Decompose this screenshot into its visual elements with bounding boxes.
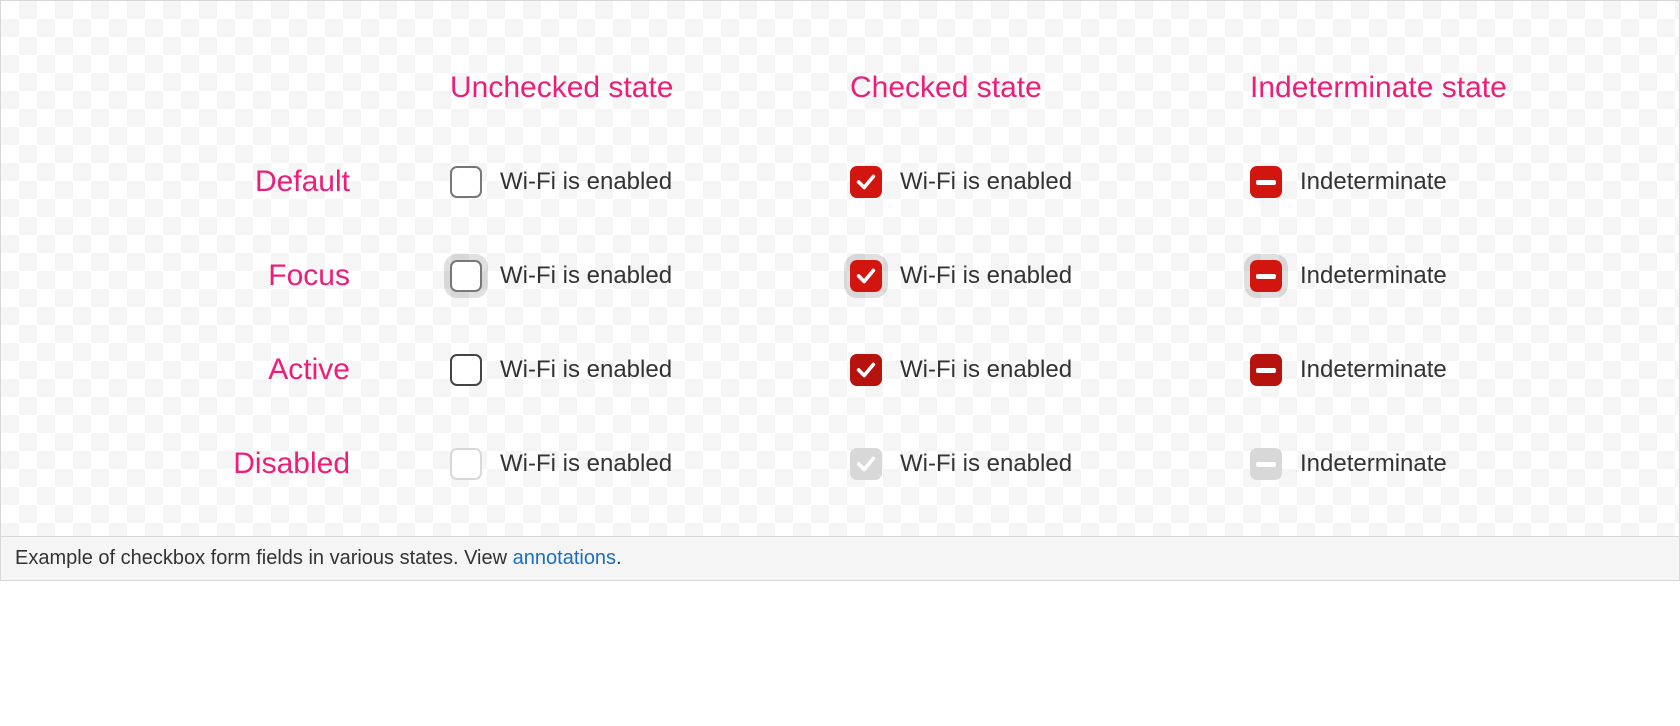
checkmark-icon <box>855 359 877 381</box>
checkbox-indeterminate-active[interactable] <box>1250 354 1282 386</box>
checkbox-label: Indeterminate <box>1300 262 1447 290</box>
cell-active-indeterminate: Indeterminate <box>1210 354 1610 386</box>
checkbox-checked-active[interactable] <box>850 354 882 386</box>
checkbox-unchecked-disabled <box>450 448 482 480</box>
indeterminate-icon <box>1256 368 1276 373</box>
caption-text-prefix: Example of checkbox form fields in vario… <box>15 547 513 569</box>
checkbox-label: Wi-Fi is enabled <box>500 168 672 196</box>
indeterminate-icon <box>1256 274 1276 279</box>
cell-disabled-checked: Wi-Fi is enabled <box>810 448 1210 480</box>
cell-focus-checked: Wi-Fi is enabled <box>810 260 1210 292</box>
checkmark-icon <box>855 453 877 475</box>
checkbox-checked-focus[interactable] <box>850 260 882 292</box>
checkmark-icon <box>855 171 877 193</box>
checkmark-icon <box>855 265 877 287</box>
checkbox-label: Wi-Fi is enabled <box>500 262 672 290</box>
checkbox-unchecked-active[interactable] <box>450 354 482 386</box>
cell-default-checked: Wi-Fi is enabled <box>810 166 1210 198</box>
cell-focus-unchecked: Wi-Fi is enabled <box>410 260 810 292</box>
annotations-link[interactable]: annotations <box>513 547 616 569</box>
example-panel: Unchecked state Checked state Indetermin… <box>0 0 1680 581</box>
cell-active-unchecked: Wi-Fi is enabled <box>410 354 810 386</box>
row-header-disabled: Disabled <box>70 447 410 481</box>
states-grid: Unchecked state Checked state Indetermin… <box>70 71 1610 481</box>
cell-default-indeterminate: Indeterminate <box>1210 166 1610 198</box>
row-header-default: Default <box>70 165 410 199</box>
checkbox-unchecked-default[interactable] <box>450 166 482 198</box>
cell-default-unchecked: Wi-Fi is enabled <box>410 166 810 198</box>
row-header-active: Active <box>70 353 410 387</box>
cell-focus-indeterminate: Indeterminate <box>1210 260 1610 292</box>
checkbox-checked-disabled <box>850 448 882 480</box>
cell-active-checked: Wi-Fi is enabled <box>810 354 1210 386</box>
checkerboard-stage: Unchecked state Checked state Indetermin… <box>1 1 1679 536</box>
checkbox-checked-default[interactable] <box>850 166 882 198</box>
checkbox-indeterminate-focus[interactable] <box>1250 260 1282 292</box>
indeterminate-icon <box>1256 462 1276 467</box>
col-header-checked: Checked state <box>810 71 1210 105</box>
checkbox-indeterminate-default[interactable] <box>1250 166 1282 198</box>
checkbox-label: Indeterminate <box>1300 168 1447 196</box>
checkbox-indeterminate-disabled <box>1250 448 1282 480</box>
checkbox-unchecked-focus[interactable] <box>450 260 482 292</box>
col-header-unchecked: Unchecked state <box>410 71 810 105</box>
checkbox-label: Wi-Fi is enabled <box>900 450 1072 478</box>
col-header-indeterminate: Indeterminate state <box>1210 71 1610 105</box>
checkbox-label: Wi-Fi is enabled <box>500 450 672 478</box>
checkbox-label: Wi-Fi is enabled <box>900 168 1072 196</box>
cell-disabled-unchecked: Wi-Fi is enabled <box>410 448 810 480</box>
row-header-focus: Focus <box>70 259 410 293</box>
indeterminate-icon <box>1256 180 1276 185</box>
checkbox-label: Wi-Fi is enabled <box>500 356 672 384</box>
checkbox-label: Indeterminate <box>1300 450 1447 478</box>
checkbox-label: Wi-Fi is enabled <box>900 356 1072 384</box>
checkbox-label: Wi-Fi is enabled <box>900 262 1072 290</box>
caption-text-suffix: . <box>616 547 622 569</box>
figure-caption: Example of checkbox form fields in vario… <box>1 536 1679 580</box>
cell-disabled-indeterminate: Indeterminate <box>1210 448 1610 480</box>
checkbox-label: Indeterminate <box>1300 356 1447 384</box>
